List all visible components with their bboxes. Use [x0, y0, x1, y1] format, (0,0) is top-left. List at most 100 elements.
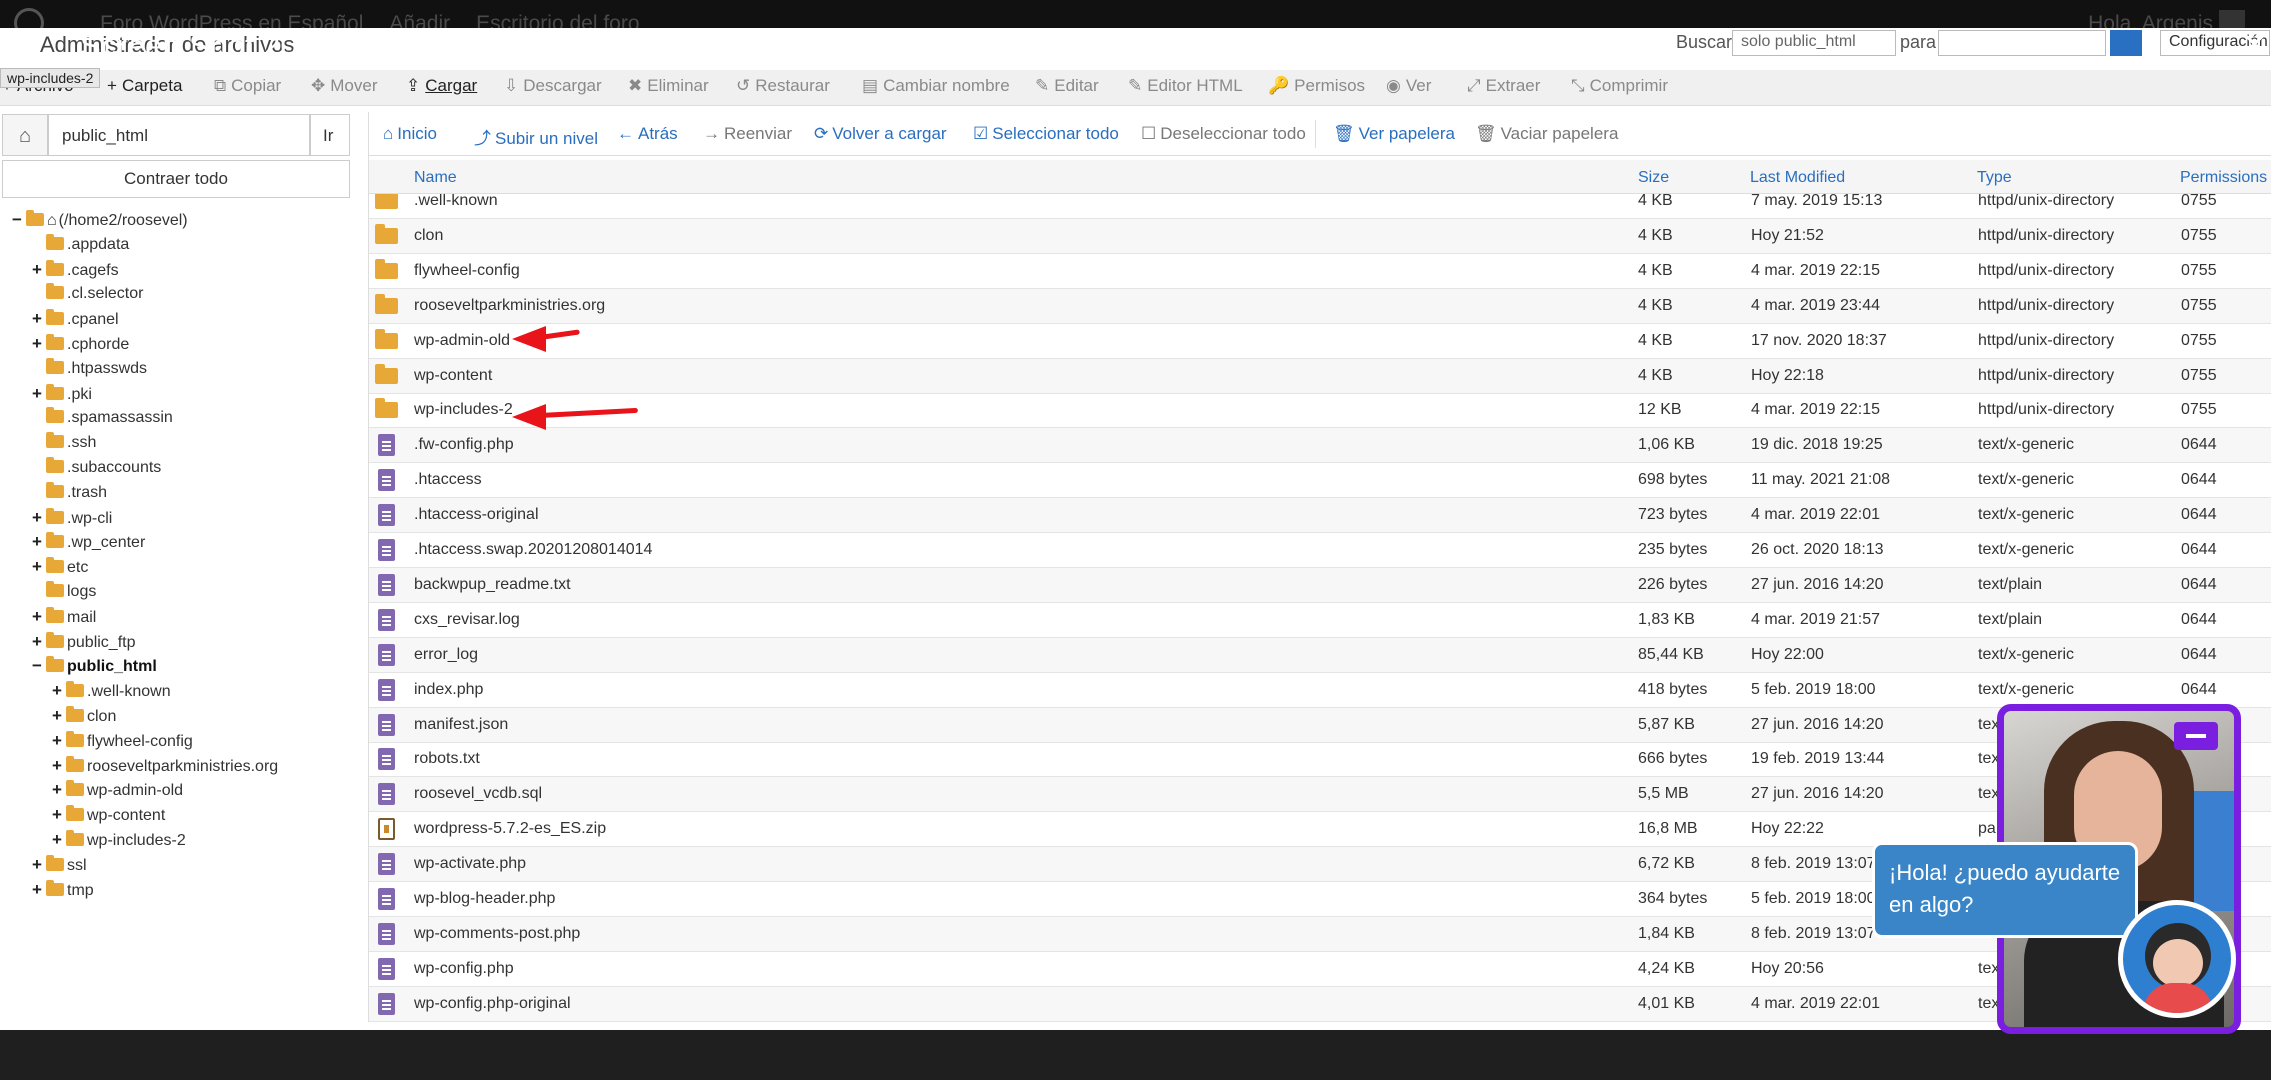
- nav-reenviar-button[interactable]: → Reenviar: [703, 124, 792, 144]
- table-row[interactable]: cxs_revisar.log 1,83 KB 4 mar. 2019 21:57 t…: [369, 603, 2271, 638]
- nav-volver-a-cargar-button[interactable]: ⟳ Volver a cargar: [814, 124, 947, 144]
- table-row[interactable]: rooseveltparkministries.org 4 KB 4 mar. 20…: [369, 288, 2271, 324]
- tree-node[interactable]: + .well-known: [52, 679, 171, 703]
- table-row[interactable]: roosevel_vcdb.sql 5,5 MB 27 jun. 2016 14:2…: [369, 777, 2271, 813]
- column-name[interactable]: Name: [414, 169, 457, 187]
- tree-node[interactable]: + clon: [52, 704, 116, 728]
- tree-node[interactable]: + wp-includes-2: [52, 828, 186, 852]
- expand-icon[interactable]: +: [32, 307, 46, 331]
- expand-icon[interactable]: +: [32, 555, 46, 579]
- table-row[interactable]: wp-admin-old 4 KB 17 nov. 2020 18:37 httpd/…: [369, 324, 2271, 359]
- chat-bubble[interactable]: ¡Hola! ¿puedo ayudarte en algo?: [1872, 842, 2138, 938]
- tree-node[interactable]: + wp-admin-old: [52, 778, 183, 802]
- nav-seleccionar-todo-button[interactable]: ☑ Seleccionar todo: [973, 124, 1119, 144]
- table-row[interactable]: backwpup_readme.txt 226 bytes 27 jun. 2016…: [369, 567, 2271, 603]
- search-go-button[interactable]: [2110, 30, 2142, 56]
- expand-icon[interactable]: +: [52, 803, 66, 827]
- tree-node[interactable]: + public_ftp: [32, 630, 136, 654]
- tree-node[interactable]: + ssl: [32, 853, 87, 877]
- nav-deseleccionar-todo-button[interactable]: ☐ Deseleccionar todo: [1141, 124, 1306, 144]
- table-row[interactable]: .fw-config.php 1,06 KB 19 dic. 2018 19:25 t…: [369, 428, 2271, 464]
- table-row[interactable]: error_log 85,44 KB Hoy 22:00 text/x-generic…: [369, 637, 2271, 673]
- expand-icon[interactable]: +: [52, 679, 66, 703]
- tree-node[interactable]: .appdata: [32, 233, 129, 257]
- table-row[interactable]: clon 4 KB Hoy 21:52 httpd/unix-directory 075…: [369, 218, 2271, 254]
- expand-icon[interactable]: +: [52, 828, 66, 852]
- tree-node[interactable]: .spamassassin: [32, 406, 173, 430]
- column-size[interactable]: Size: [1638, 169, 1669, 187]
- nav-subir-un-nivel-button[interactable]: ⤴ Subir un nivel: [474, 124, 598, 149]
- nav-inicio-button[interactable]: ⌂ Inicio: [383, 124, 437, 144]
- close-icon[interactable]: ✕: [2242, 28, 2267, 63]
- toolbar-restaurar-button[interactable]: ↺ Restaurar: [736, 76, 830, 96]
- go-button[interactable]: Ir: [310, 114, 350, 156]
- expand-icon[interactable]: +: [32, 853, 46, 877]
- toolbar-cambiar-nombre-button[interactable]: ▤ Cambiar nombre: [862, 76, 1010, 96]
- path-input[interactable]: public_html: [48, 114, 310, 156]
- table-row[interactable]: index.php 418 bytes 5 feb. 2019 18:00 text/…: [369, 673, 2271, 708]
- tree-node[interactable]: + .cagefs: [32, 258, 119, 282]
- tree-node[interactable]: + .wp_center: [32, 530, 145, 554]
- nav-ver-papelera-button[interactable]: 🗑 Ver papelera: [1333, 124, 1455, 144]
- column-last-modified[interactable]: Last Modified: [1750, 169, 1845, 187]
- nav-atrás-button[interactable]: ← Atrás: [617, 124, 678, 144]
- tree-node[interactable]: + mail: [32, 605, 96, 629]
- toolbar-descargar-button[interactable]: ⇩ Descargar: [504, 76, 602, 96]
- toolbar-carpeta-button[interactable]: + Carpeta: [107, 76, 182, 96]
- toolbar-comprimir-button[interactable]: ⤡ Comprimir: [1571, 76, 1668, 96]
- expand-icon[interactable]: +: [32, 630, 46, 654]
- expand-icon[interactable]: +: [32, 605, 46, 629]
- table-row[interactable]: wp-content 4 KB Hoy 22:18 httpd/unix-direct…: [369, 358, 2271, 394]
- table-row[interactable]: wp-includes-2 12 KB 4 mar. 2019 22:15 httpd…: [369, 393, 2271, 429]
- toolbar-permisos-button[interactable]: 🔑 Permisos: [1268, 76, 1365, 96]
- table-row[interactable]: wp-config.php-original 4,01 KB 4 mar. 2019…: [369, 986, 2271, 1022]
- tree-node[interactable]: .htpasswds: [32, 357, 147, 381]
- tree-node[interactable]: + .cphorde: [32, 332, 129, 356]
- tree-node[interactable]: + .wp-cli: [32, 506, 112, 530]
- tree-node[interactable]: + .pki: [32, 382, 92, 406]
- expand-icon[interactable]: +: [32, 878, 46, 902]
- column-permissions[interactable]: Permissions: [2180, 169, 2267, 187]
- toolbar-editar-button[interactable]: ✎ Editar: [1035, 76, 1099, 96]
- nav-vaciar-papelera-button[interactable]: 🗑 Vaciar papelera: [1475, 124, 1618, 144]
- tree-node[interactable]: + tmp: [32, 878, 94, 902]
- table-row[interactable]: .htaccess 698 bytes 11 may. 2021 21:08 text…: [369, 463, 2271, 499]
- toolbar-cargar-button[interactable]: ⇪ Cargar: [406, 76, 477, 96]
- tree-node[interactable]: .trash: [32, 481, 107, 505]
- collapse-icon[interactable]: −: [32, 654, 46, 678]
- search-input[interactable]: [1938, 30, 2106, 56]
- table-row[interactable]: wp-config.php 4,24 KB Hoy 20:56 tex: [369, 952, 2271, 987]
- expand-icon[interactable]: +: [52, 729, 66, 753]
- tree-node[interactable]: − public_html: [32, 654, 157, 678]
- home-icon[interactable]: ⌂: [2, 114, 48, 156]
- tree-node[interactable]: .ssh: [32, 431, 96, 455]
- toolbar-mover-button[interactable]: ✥ Mover: [311, 76, 377, 96]
- tree-node[interactable]: + flywheel-config: [52, 729, 193, 753]
- toolbar-eliminar-button[interactable]: ✖ Eliminar: [628, 76, 709, 96]
- tree-node[interactable]: logs: [32, 580, 96, 604]
- table-row[interactable]: .well-known 4 KB 7 may. 2019 15:13 httpd/un…: [369, 194, 2271, 219]
- expand-icon[interactable]: +: [32, 506, 46, 530]
- tree-node[interactable]: .subaccounts: [32, 456, 161, 480]
- chat-avatar-icon[interactable]: [2118, 900, 2236, 1018]
- expand-icon[interactable]: +: [32, 530, 46, 554]
- minimize-icon[interactable]: [2174, 722, 2218, 750]
- search-scope-select[interactable]: solo public_html: [1732, 30, 1896, 56]
- toolbar-copiar-button[interactable]: ⧉ Copiar: [214, 76, 281, 96]
- table-row[interactable]: .htaccess-original 723 bytes 4 mar. 2019 2…: [369, 498, 2271, 534]
- tree-node[interactable]: + wp-content: [52, 803, 165, 827]
- tree-node[interactable]: + rooseveltparkministries.org: [52, 754, 278, 778]
- tree-node[interactable]: − ⌂ (/home2/roosevel): [12, 208, 188, 232]
- tree-node[interactable]: + .cpanel: [32, 307, 119, 331]
- expand-icon[interactable]: +: [32, 382, 46, 406]
- expand-icon[interactable]: +: [32, 332, 46, 356]
- table-row[interactable]: robots.txt 666 bytes 19 feb. 2019 13:44 tex: [369, 742, 2271, 778]
- expand-icon[interactable]: +: [52, 704, 66, 728]
- expand-icon[interactable]: +: [52, 754, 66, 778]
- expand-icon[interactable]: +: [52, 778, 66, 802]
- toolbar-editor-html-button[interactable]: ✎ Editor HTML: [1128, 76, 1243, 96]
- tree-node[interactable]: + etc: [32, 555, 88, 579]
- toolbar-extraer-button[interactable]: ⤢ Extraer: [1467, 76, 1540, 96]
- table-row[interactable]: flywheel-config 4 KB 4 mar. 2019 22:15 http…: [369, 254, 2271, 289]
- collapse-icon[interactable]: −: [12, 208, 26, 232]
